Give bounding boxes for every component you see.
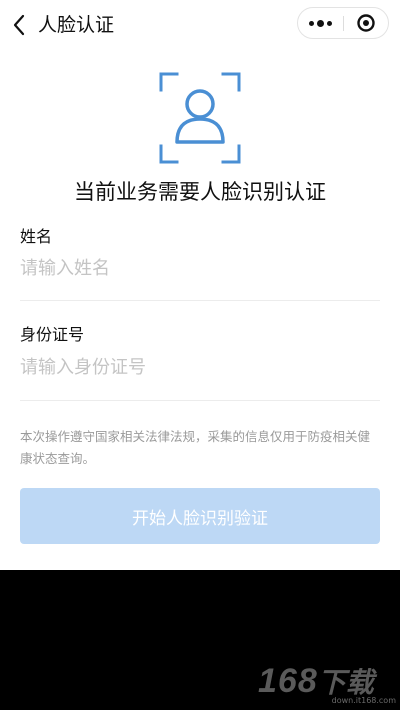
page-title: 人脸认证 [38, 14, 115, 36]
start-face-verification-button[interactable]: 开始人脸识别验证 [20, 488, 380, 544]
navigation-bar: 人脸认证 [0, 0, 400, 50]
mini-program-capsule [297, 7, 389, 39]
id-number-input[interactable] [20, 352, 380, 382]
more-dot-icon [309, 20, 314, 26]
id-number-label: 身份证号 [20, 325, 85, 344]
face-scan-icon [159, 72, 241, 164]
verification-headline: 当前业务需要人脸识别认证 [74, 180, 326, 204]
target-close-icon [357, 14, 375, 32]
name-input[interactable] [20, 253, 380, 283]
chevron-left-icon [13, 14, 25, 36]
watermark: 168下载 down.it168.com [258, 662, 400, 710]
name-divider [20, 300, 380, 301]
more-dot-icon [327, 20, 332, 26]
app-screen: 人脸认证 当前业务需要人脸识别认证 姓名 请输入姓名 身份证号 请输入身份证号 … [0, 0, 400, 570]
more-button[interactable] [298, 8, 343, 38]
watermark-url: down.it168.com [331, 696, 396, 705]
name-label: 姓名 [20, 227, 53, 246]
id-number-divider [20, 400, 380, 401]
more-dot-icon [317, 19, 324, 27]
privacy-notice: 本次操作遵守国家相关法律法规，采集的信息仅用于防疫相关健康状态查询。 [20, 429, 371, 466]
back-button[interactable] [6, 11, 32, 39]
close-mini-program-button[interactable] [344, 8, 388, 38]
